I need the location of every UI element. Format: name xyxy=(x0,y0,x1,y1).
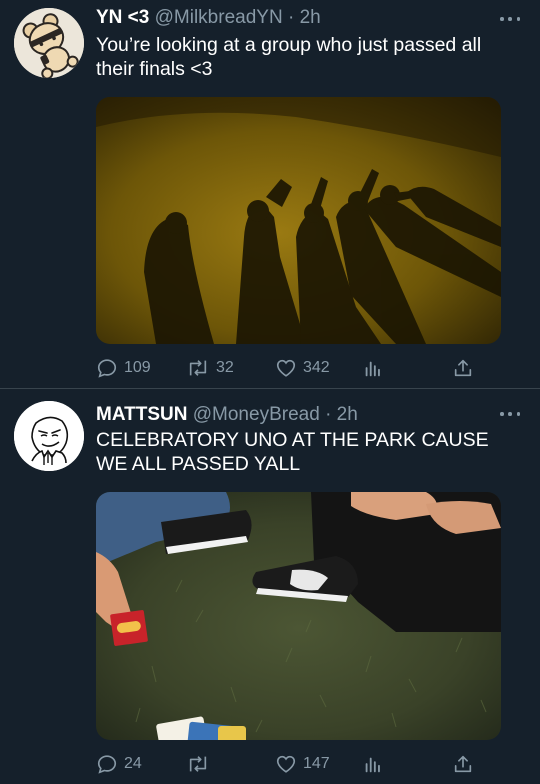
action-bar: 24 147 xyxy=(96,752,516,776)
heart-icon xyxy=(276,755,296,773)
reply-button[interactable]: 24 xyxy=(96,752,142,776)
like-button[interactable]: 147 xyxy=(275,752,330,776)
more-options-icon[interactable] xyxy=(500,409,520,419)
retweet-button[interactable] xyxy=(186,752,216,776)
timestamp[interactable]: 2h xyxy=(337,404,358,425)
tweet[interactable]: MATTSUN @MoneyBread · 2h CELEBRATORY UNO… xyxy=(0,0,540,784)
tweet-text: CELEBRATORY UNO AT THE PARK CAUSE WE ALL… xyxy=(96,429,489,475)
handle[interactable]: @MoneyBread xyxy=(193,404,320,425)
like-count: 147 xyxy=(303,755,330,772)
reply-count: 24 xyxy=(124,755,142,772)
share-icon xyxy=(454,755,472,773)
retweet-icon xyxy=(189,756,207,772)
reply-icon xyxy=(97,755,117,774)
share-button[interactable] xyxy=(452,752,474,776)
analytics-icon xyxy=(365,757,380,773)
separator: · xyxy=(325,404,332,425)
meme-face-avatar-icon[interactable] xyxy=(14,401,84,471)
display-name[interactable]: MATTSUN xyxy=(96,404,187,425)
analytics-button[interactable] xyxy=(362,752,384,776)
tweet-image[interactable] xyxy=(96,492,501,740)
tweet-header: MATTSUN @MoneyBread · 2h xyxy=(96,403,358,427)
